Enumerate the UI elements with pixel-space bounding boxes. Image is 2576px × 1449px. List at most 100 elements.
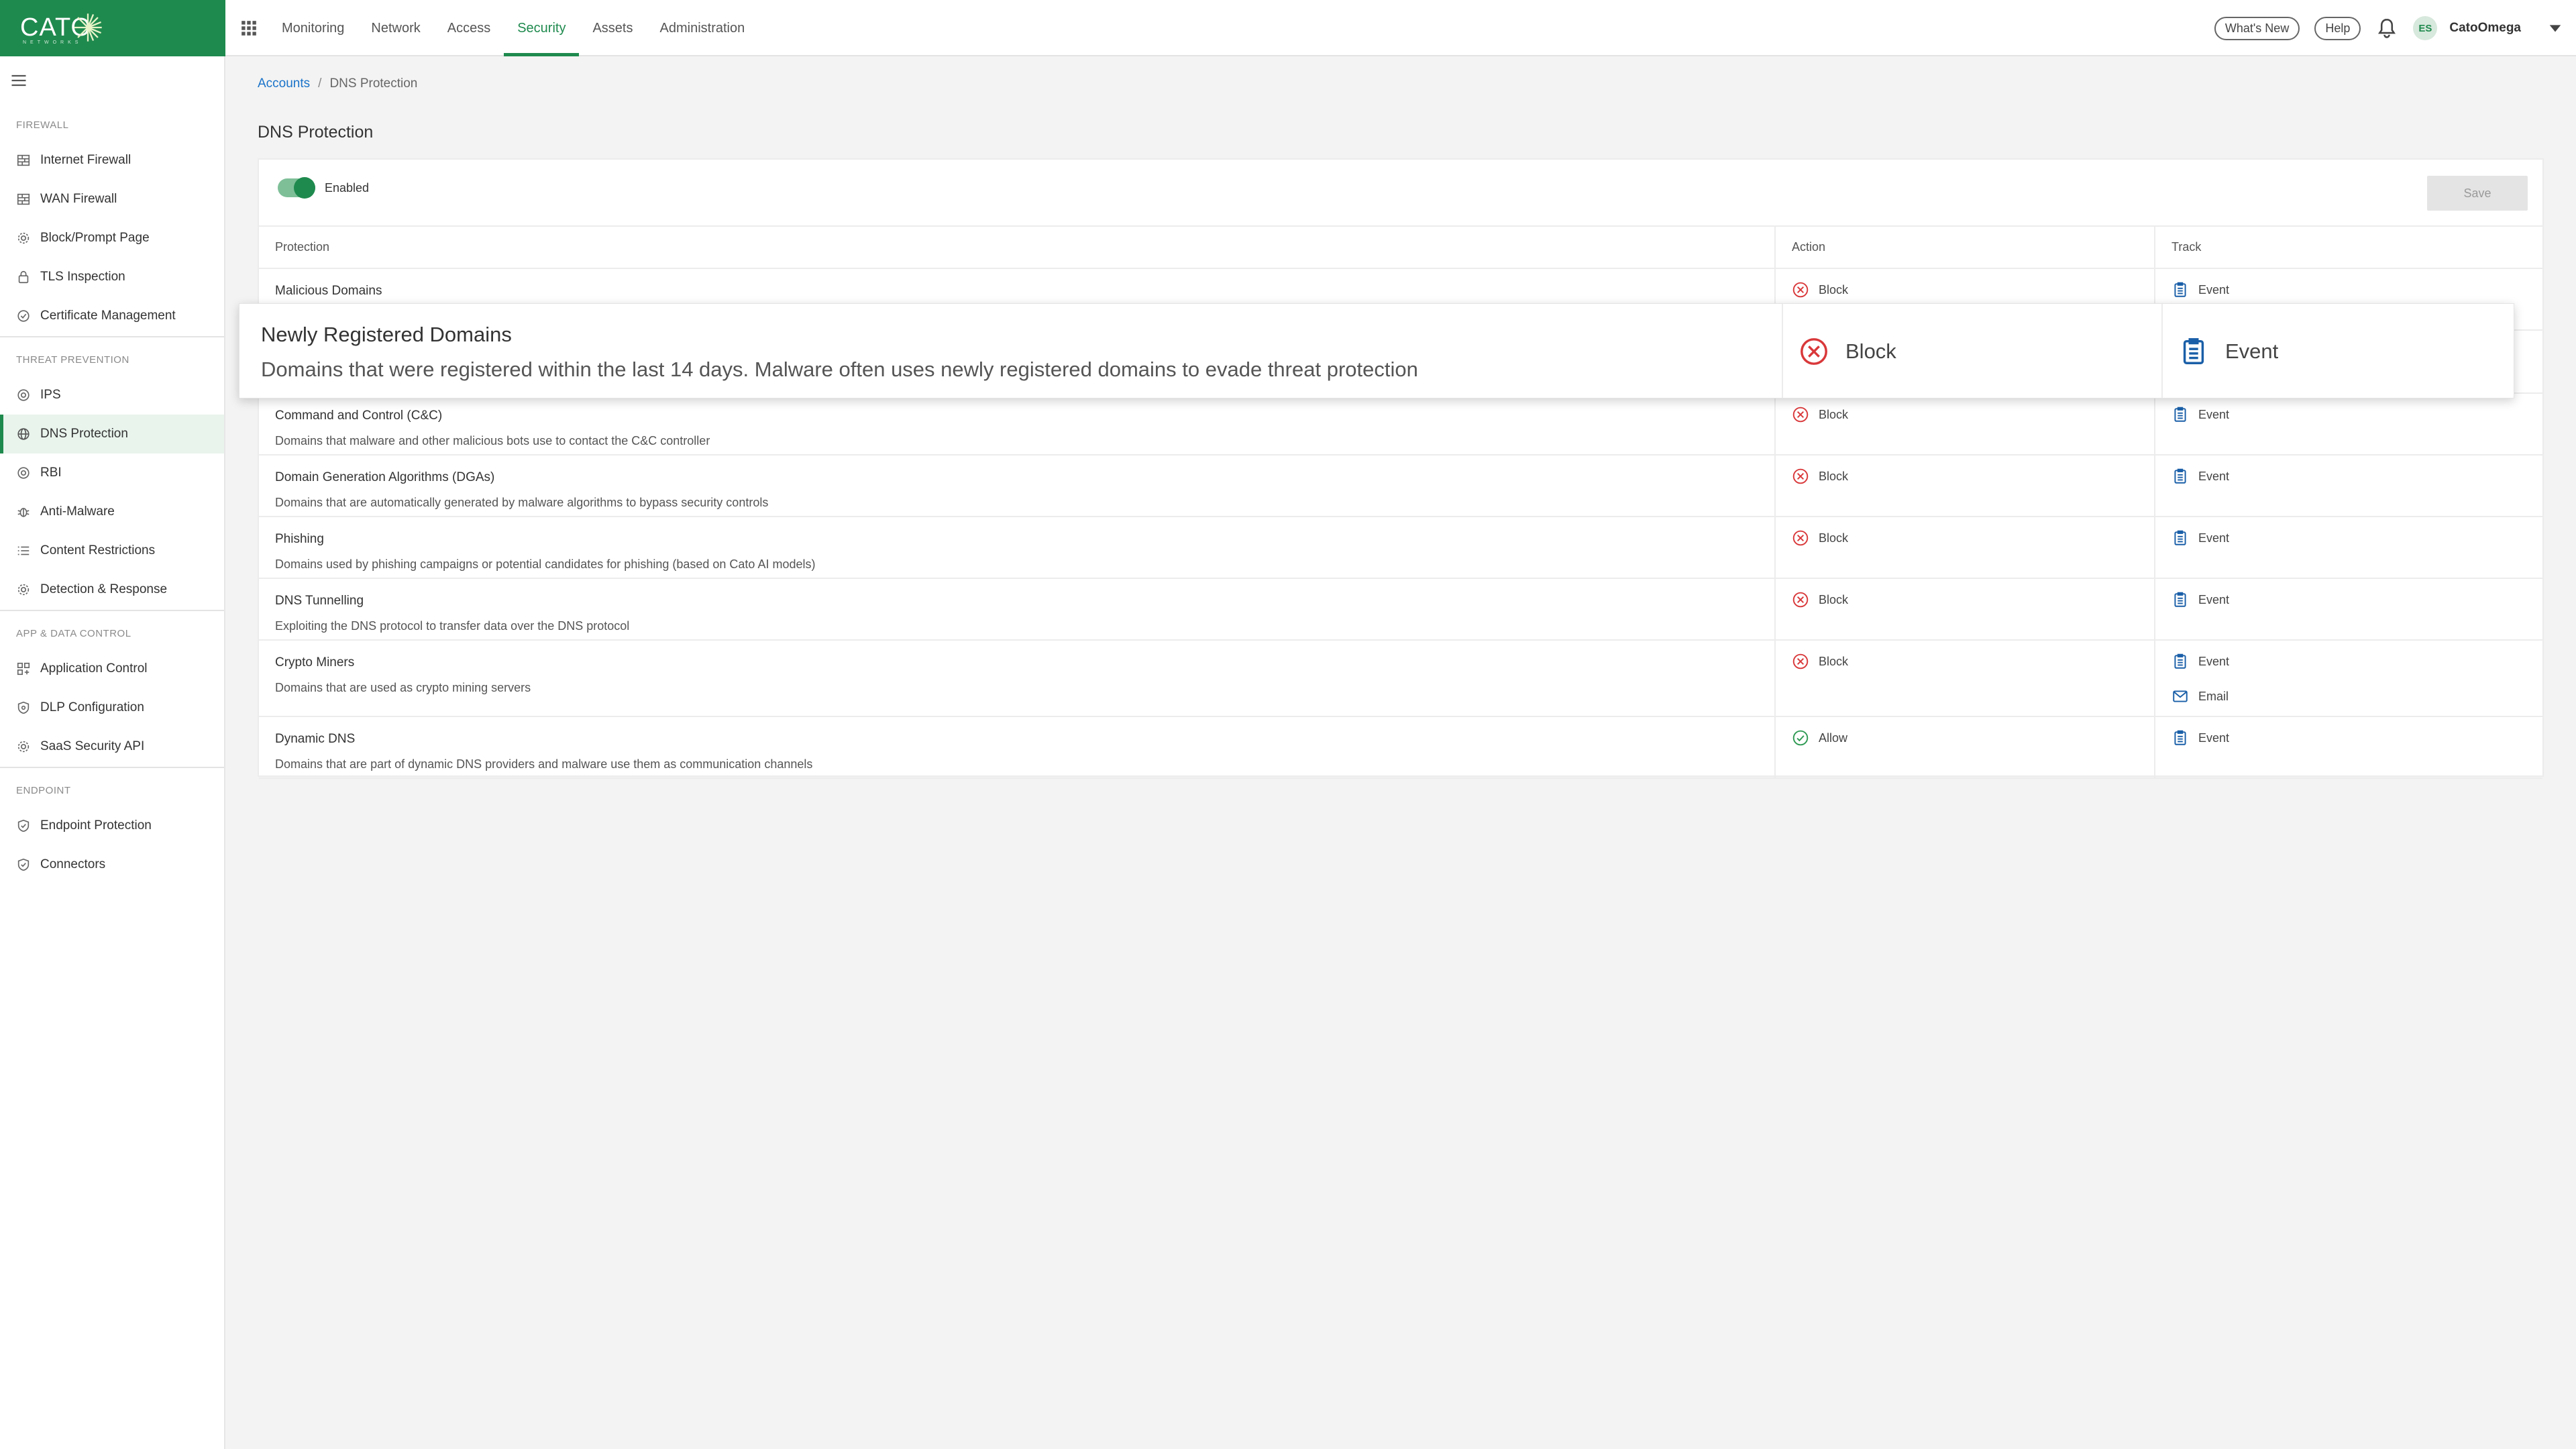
action-status[interactable]: Block: [1792, 653, 2154, 670]
table-row[interactable]: DNS Tunnelling Exploiting the DNS protoc…: [259, 578, 2542, 641]
nav-monitoring[interactable]: Monitoring: [268, 0, 358, 56]
sidebar-item-endpoint-protection[interactable]: Endpoint Protection: [0, 806, 224, 845]
track-status[interactable]: Event: [2171, 653, 2542, 670]
sidebar-item-saas-security-api[interactable]: SaaS Security API: [0, 727, 224, 766]
action-status[interactable]: Block: [1799, 336, 1896, 367]
whats-new-button[interactable]: What's New: [2214, 16, 2300, 40]
track-status[interactable]: Event: [2171, 591, 2542, 608]
table-row[interactable]: Command and Control (C&C) Domains that m…: [259, 393, 2542, 455]
column-header-action[interactable]: Action: [1774, 227, 2155, 269]
sidebar-item-internet-firewall[interactable]: Internet Firewall: [0, 141, 224, 180]
track-cell[interactable]: Event: [2154, 716, 2542, 779]
track-cell[interactable]: Event: [2154, 578, 2542, 641]
sidebar-item-connectors[interactable]: Connectors: [0, 845, 224, 884]
expanded-row-newly-registered-domains[interactable]: Newly Registered Domains Domains that we…: [239, 303, 2514, 398]
sidebar-item-label: WAN Firewall: [40, 192, 117, 206]
track-cell[interactable]: Event Email: [2154, 640, 2542, 717]
track-status[interactable]: Event: [2171, 281, 2542, 299]
block-icon: [1792, 282, 1809, 298]
action-status[interactable]: Block: [1792, 406, 2154, 423]
bug-icon: [17, 508, 30, 517]
track-cell[interactable]: Event: [2154, 393, 2542, 455]
sidebar-item-dlp-configuration[interactable]: DLP Configuration: [0, 688, 224, 727]
action-label: Block: [1819, 282, 1849, 297]
protection-name: Domain Generation Algorithms (DGAs): [275, 470, 495, 484]
brand-logo[interactable]: CATO NETWORKS: [0, 0, 225, 56]
account-name[interactable]: CatoOmega: [2449, 21, 2521, 36]
help-button[interactable]: Help: [2314, 16, 2361, 40]
nav-administration[interactable]: Administration: [647, 0, 759, 56]
nav-security[interactable]: Security: [504, 0, 580, 56]
sidebar-item-wan-firewall[interactable]: WAN Firewall: [0, 180, 224, 219]
sidebar-item-rbi[interactable]: RBI: [0, 453, 224, 492]
sidebar-item-content-restrictions[interactable]: Content Restrictions: [0, 531, 224, 570]
action-status[interactable]: Allow: [1792, 729, 2154, 747]
column-header-track[interactable]: Track: [2154, 227, 2542, 269]
action-cell[interactable]: Block: [1774, 393, 2155, 455]
sidebar-item-ips[interactable]: IPS: [0, 376, 224, 415]
action-status[interactable]: Block: [1792, 591, 2154, 608]
track-status[interactable]: Event: [2171, 406, 2542, 423]
sidebar-item-application-control[interactable]: Application Control: [0, 649, 224, 688]
block-icon: [1792, 407, 1809, 423]
sidebar: FIREWALL Internet Firewall WAN Firewall …: [0, 56, 225, 1449]
breadcrumb: Accounts / DNS Protection: [258, 76, 417, 91]
save-button[interactable]: Save: [2427, 176, 2528, 211]
action-status[interactable]: Block: [1792, 468, 2154, 485]
track-cell[interactable]: Event: [2154, 517, 2542, 579]
protection-name: Command and Control (C&C): [275, 409, 443, 423]
table-row[interactable]: Domain Generation Algorithms (DGAs) Doma…: [259, 455, 2542, 517]
table-row[interactable]: Crypto Miners Domains that are used as c…: [259, 640, 2542, 717]
action-cell[interactable]: Allow: [1774, 716, 2155, 779]
action-status[interactable]: Block: [1792, 529, 2154, 547]
target-icon: [17, 389, 30, 401]
protection-name: Dynamic DNS: [275, 732, 356, 746]
track-status[interactable]: Event: [2171, 729, 2542, 747]
bell-icon[interactable]: [2375, 17, 2398, 40]
sidebar-item-block-prompt-page[interactable]: Block/Prompt Page: [0, 219, 224, 258]
track-cell[interactable]: Event: [2154, 455, 2542, 517]
table-row[interactable]: Dynamic DNS Domains that are part of dyn…: [259, 716, 2542, 779]
track-status[interactable]: Event: [2171, 529, 2542, 547]
track-status-email[interactable]: Email: [2171, 688, 2542, 705]
enabled-toggle[interactable]: [278, 177, 315, 199]
clipboard-icon: [2183, 338, 2204, 364]
sidebar-divider: [0, 336, 224, 337]
action-cell[interactable]: Block: [1774, 640, 2155, 717]
sidebar-item-label: Application Control: [40, 661, 148, 676]
sidebar-item-detection-response[interactable]: Detection & Response: [0, 570, 224, 609]
sidebar-item-tls-inspection[interactable]: TLS Inspection: [0, 258, 224, 297]
action-label: Block: [1845, 339, 1896, 363]
track-label: Event: [2225, 339, 2279, 363]
sidebar-item-certificate-management[interactable]: Certificate Management: [0, 297, 224, 335]
sidebar-item-anti-malware[interactable]: Anti-Malware: [0, 492, 224, 531]
action-status[interactable]: Block: [1792, 281, 2154, 299]
action-cell[interactable]: Block: [1774, 455, 2155, 517]
track-status[interactable]: Event: [2178, 336, 2278, 367]
action-cell[interactable]: Block: [1774, 517, 2155, 579]
block-icon: [1792, 468, 1809, 484]
nav-assets[interactable]: Assets: [579, 0, 646, 56]
nav-network[interactable]: Network: [358, 0, 433, 56]
app-launcher-icon[interactable]: [240, 19, 258, 37]
sidebar-item-dns-protection[interactable]: DNS Protection: [0, 415, 224, 453]
protection-cell: Dynamic DNS Domains that are part of dyn…: [259, 716, 1775, 779]
nav-access[interactable]: Access: [434, 0, 504, 56]
column-header-protection[interactable]: Protection: [259, 227, 1775, 269]
clipboard-icon: [2174, 592, 2186, 607]
action-label: Block: [1819, 407, 1849, 421]
top-right-controls: What's New Help ES CatoOmega: [2214, 0, 2576, 56]
avatar[interactable]: ES: [2413, 16, 2438, 40]
breadcrumb-accounts-link[interactable]: Accounts: [258, 76, 310, 91]
table-row[interactable]: Phishing Domains used by phishing campai…: [259, 517, 2542, 579]
page-title: DNS Protection: [258, 123, 374, 142]
chevron-down-icon[interactable]: [2548, 21, 2563, 36]
action-cell[interactable]: Block: [1774, 578, 2155, 641]
protection-cell: Domain Generation Algorithms (DGAs) Doma…: [259, 455, 1775, 517]
gear-icon: [17, 741, 30, 753]
shield-icon: [17, 701, 30, 714]
hamburger-menu-icon[interactable]: [9, 71, 28, 90]
block-icon: [1792, 530, 1809, 546]
protection-cell: DNS Tunnelling Exploiting the DNS protoc…: [259, 578, 1775, 641]
track-status[interactable]: Event: [2171, 468, 2542, 485]
